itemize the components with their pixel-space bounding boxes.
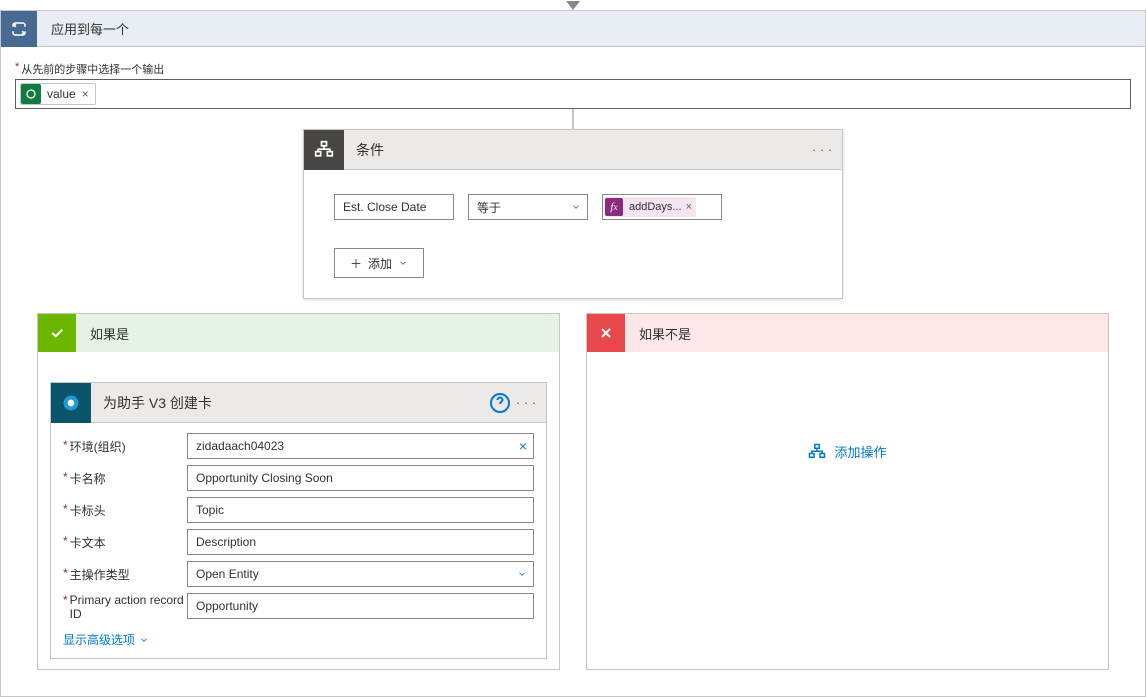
env-input[interactable]: zidadaach04023 × (187, 433, 534, 459)
apply-to-each-title: 应用到每一个 (51, 19, 129, 38)
create-card-action: 为助手 V3 创建卡 · · · *环境(组织) zidadaach04023 (50, 382, 547, 659)
expression-token-label: addDays... (629, 201, 682, 213)
add-condition-button[interactable]: ＋ 添加 (334, 248, 424, 278)
prev-output-label: *从先前的步骤中选择一个输出 (15, 61, 1131, 77)
fx-icon: fx (605, 198, 623, 216)
if-yes-title: 如果是 (90, 324, 129, 343)
apply-to-each-header[interactable]: 应用到每一个 (1, 11, 1145, 47)
chevron-down-icon (571, 202, 581, 212)
dataverse-icon (21, 84, 41, 104)
condition-header[interactable]: 条件 · · · (304, 130, 842, 170)
card-name-input[interactable]: Opportunity Closing Soon (187, 465, 534, 491)
condition-card: 条件 · · · Est. Close Date 等于 fx addDa (303, 129, 843, 299)
action-more-button[interactable]: · · · (512, 389, 540, 417)
condition-left-input[interactable]: Est. Close Date (334, 194, 454, 220)
condition-title: 条件 (356, 140, 808, 160)
if-yes-branch: 如果是 为助手 V3 创建卡 · · · (37, 313, 560, 670)
if-no-title: 如果不是 (639, 324, 691, 343)
primary-record-label: *Primary action record ID (63, 593, 187, 621)
value-token-label: value (47, 87, 76, 101)
action-title: 为助手 V3 创建卡 (103, 393, 488, 413)
condition-right-input[interactable]: fx addDays... × (602, 194, 722, 220)
if-no-branch: 如果不是 添加操作 (586, 313, 1109, 670)
chevron-down-icon (398, 258, 408, 268)
add-action-button[interactable]: 添加操作 (808, 442, 886, 461)
condition-operator-select[interactable]: 等于 (468, 194, 588, 220)
if-no-header: 如果不是 (587, 314, 1108, 352)
apply-to-each-card: 应用到每一个 *从先前的步骤中选择一个输出 value × (0, 10, 1146, 697)
loop-icon (1, 11, 37, 47)
add-action-label: 添加操作 (834, 442, 886, 461)
card-header-value: Topic (196, 503, 224, 517)
primary-action-type-label: *主操作类型 (63, 566, 187, 583)
primary-action-type-select[interactable]: Open Entity (187, 561, 534, 587)
condition-operator-value: 等于 (477, 199, 501, 216)
card-name-value: Opportunity Closing Soon (196, 471, 333, 485)
chevron-down-icon (139, 635, 149, 645)
plus-icon: ＋ (350, 255, 362, 272)
card-header-label: *卡标头 (63, 502, 187, 519)
action-header[interactable]: 为助手 V3 创建卡 · · · (51, 383, 546, 423)
if-yes-header: 如果是 (38, 314, 559, 352)
card-text-value: Description (196, 535, 256, 549)
condition-more-button[interactable]: · · · (808, 136, 836, 164)
condition-left-value: Est. Close Date (343, 200, 426, 214)
show-advanced-link[interactable]: 显示高级选项 (63, 631, 149, 648)
card-text-label: *卡文本 (63, 534, 187, 551)
remove-expression-icon[interactable]: × (686, 201, 692, 213)
check-icon (38, 314, 76, 352)
prev-output-label-text: 从先前的步骤中选择一个输出 (21, 61, 164, 77)
prev-output-input[interactable]: value × (15, 79, 1131, 109)
env-value: zidadaach04023 (196, 439, 284, 453)
condition-icon (304, 130, 344, 170)
primary-record-input[interactable]: Opportunity (187, 593, 534, 619)
card-name-label: *卡名称 (63, 470, 187, 487)
env-label: *环境(组织) (63, 438, 187, 455)
chevron-down-icon (517, 569, 527, 579)
close-icon (587, 314, 625, 352)
card-text-input[interactable]: Description (187, 529, 534, 555)
primary-action-type-value: Open Entity (196, 567, 259, 581)
help-icon[interactable] (488, 391, 512, 415)
remove-token-icon[interactable]: × (82, 87, 89, 101)
dynamics-icon (51, 383, 91, 423)
card-header-input[interactable]: Topic (187, 497, 534, 523)
add-condition-label: 添加 (368, 255, 392, 272)
value-token[interactable]: value × (20, 83, 96, 105)
show-advanced-label: 显示高级选项 (63, 631, 135, 648)
primary-record-value: Opportunity (196, 599, 258, 613)
flow-arrow-icon (566, 1, 580, 10)
add-action-icon (808, 443, 826, 461)
expression-token[interactable]: fx addDays... × (605, 197, 696, 217)
clear-icon[interactable]: × (519, 438, 527, 454)
